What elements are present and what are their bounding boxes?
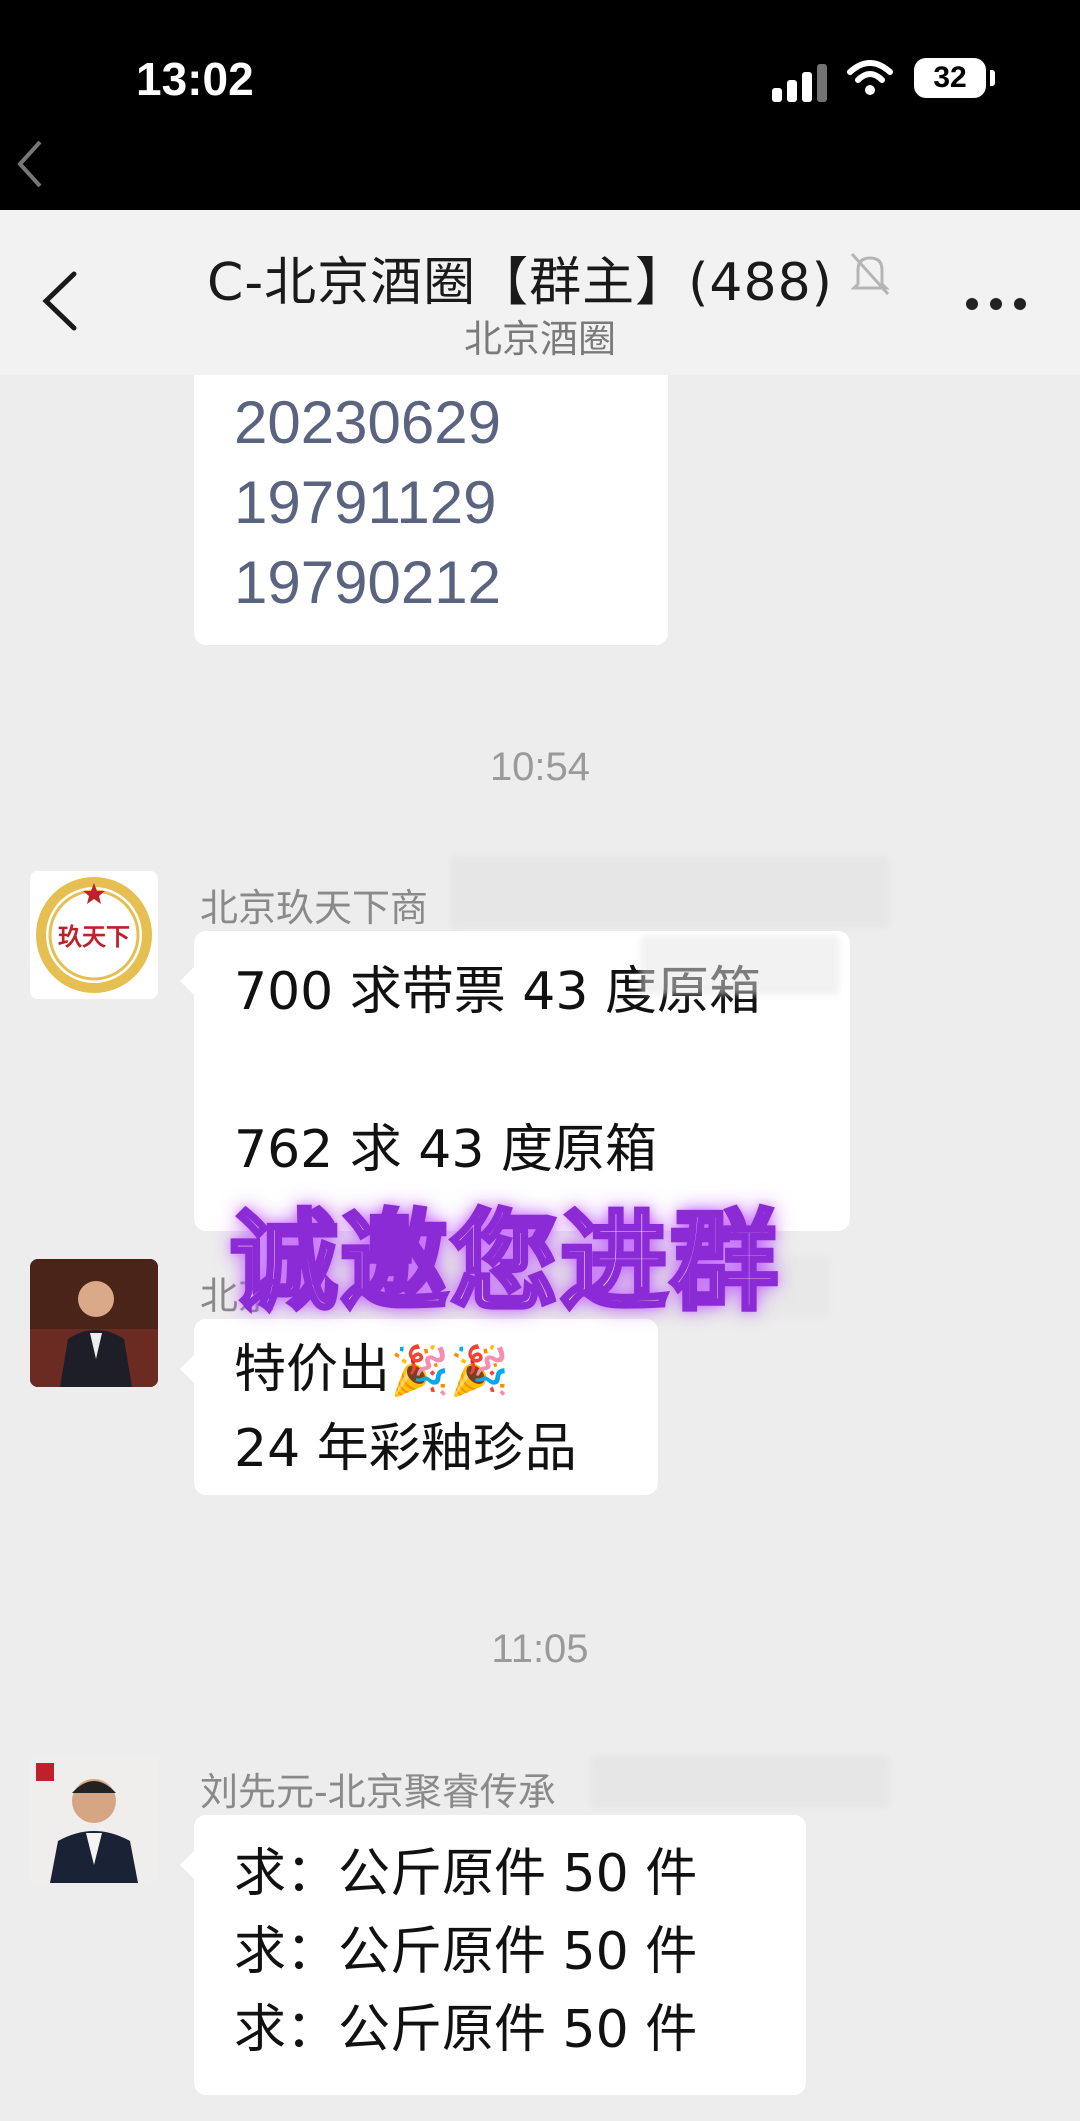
avatar[interactable] <box>30 1755 158 1883</box>
group-subtitle: 北京酒圈 <box>463 317 616 361</box>
group-title-text: C-北京酒圈【群主】(488) <box>207 253 833 313</box>
status-time: 13:02 <box>136 53 254 105</box>
avatar[interactable]: 玖天下 <box>30 871 158 999</box>
person-photo-icon <box>30 1755 158 1883</box>
message-line: 求：公斤原件 50 件 <box>234 2000 698 2060</box>
person-photo-icon <box>30 1259 158 1387</box>
sender-name: 北京玖天下商 <box>200 886 429 930</box>
message-bubble[interactable]: 求：公斤原件 50 件 求：公斤原件 50 件 求：公斤原件 50 件 <box>180 1815 806 2095</box>
svg-text:玖天下: 玖天下 <box>58 923 130 951</box>
party-popper-icon: 🎉🎉 <box>390 1343 510 1399</box>
message-bubble[interactable]: 20230629 19791129 19790212 <box>194 375 668 645</box>
message-line: 求：公斤原件 50 件 <box>234 1844 698 1904</box>
avatar[interactable] <box>30 1259 158 1387</box>
message-text: 特价出 <box>234 1340 391 1400</box>
more-options-icon[interactable] <box>966 298 1030 312</box>
logo-avatar-icon: 玖天下 <box>30 871 158 999</box>
redaction-blur <box>450 855 890 929</box>
message-bubble[interactable]: 特价出🎉🎉 24 年彩釉珍品 <box>180 1319 658 1495</box>
group-title: C-北京酒圈【群主】(488) <box>0 240 1080 315</box>
redaction-blur <box>640 935 840 995</box>
message-line: 求：公斤原件 50 件 <box>234 1922 698 1982</box>
message-line: 20230629 <box>234 389 501 456</box>
message-line: 24 年彩釉珍品 <box>234 1419 577 1479</box>
promo-overlay-text: 诚邀您进群 <box>228 1198 781 1327</box>
status-bar: 13:02 32 <box>0 0 1080 210</box>
message-line: 特价出🎉🎉 <box>234 1331 658 1410</box>
battery-icon: 32 <box>914 58 986 98</box>
timestamp: 11:05 <box>491 1627 589 1671</box>
mute-bell-icon <box>850 252 890 296</box>
battery-tip <box>990 70 995 86</box>
timestamp: 10:54 <box>489 745 591 789</box>
wifi-icon <box>847 60 893 95</box>
sender-name: 刘先元-北京聚睿传承 <box>200 1770 556 1814</box>
system-back-icon[interactable] <box>14 138 44 190</box>
redaction-blur <box>590 1755 890 1809</box>
message-line: 19791129 <box>234 469 497 536</box>
signal-icon <box>772 62 830 102</box>
chat-header: C-北京酒圈【群主】(488) 北京酒圈 <box>0 210 1080 375</box>
message-line: 19790212 <box>234 549 501 616</box>
